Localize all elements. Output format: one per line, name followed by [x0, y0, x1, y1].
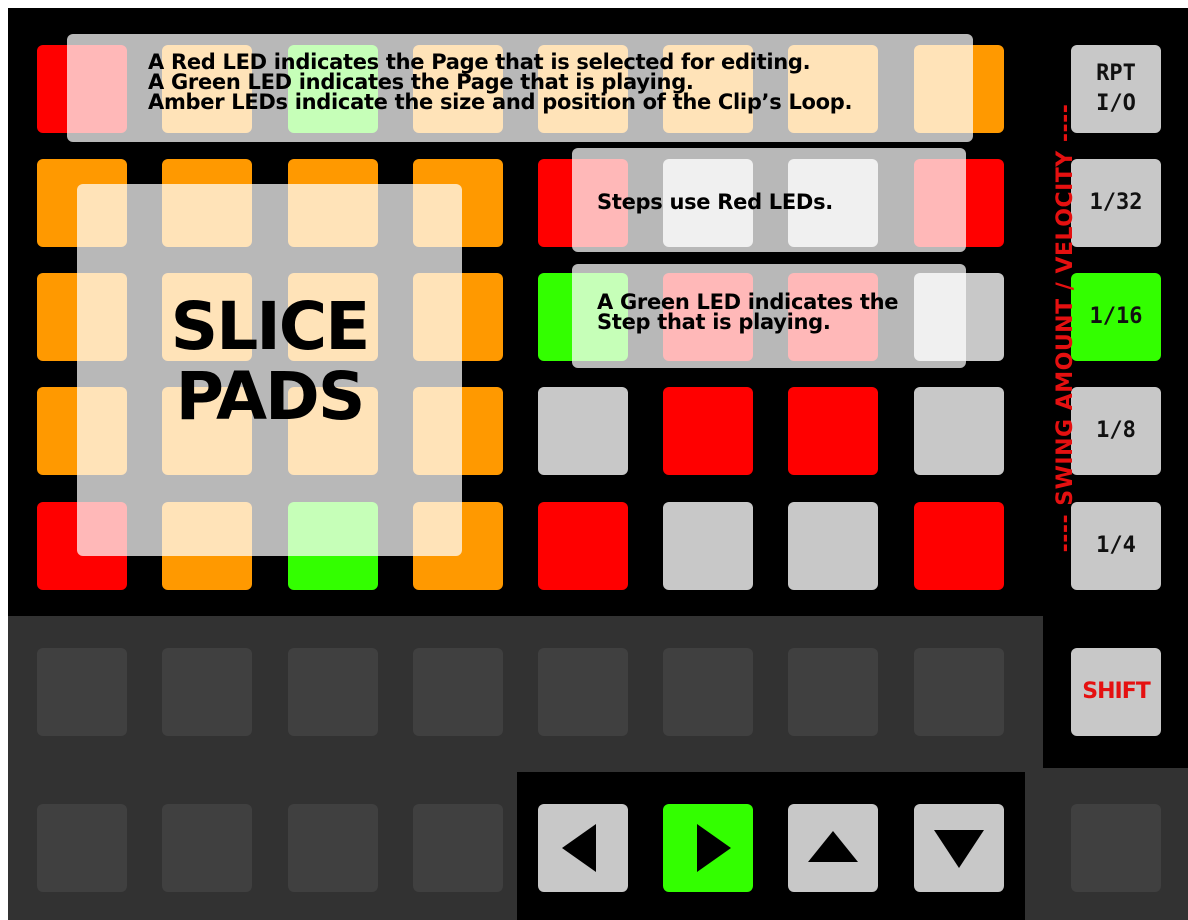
pad-r5-c5[interactable] [538, 502, 628, 590]
side-button-line-1: 1/4 [1096, 533, 1136, 558]
slice-pads-label: SLICE PADS [77, 292, 462, 432]
inactive-pad[interactable] [538, 648, 628, 736]
inactive-pad[interactable] [788, 648, 878, 736]
lower-right-pad[interactable] [1071, 804, 1161, 892]
pad-r4-c8[interactable] [914, 387, 1004, 475]
pad-r5-c7[interactable] [788, 502, 878, 590]
controller-surface: RPT I/O 1/32 1/16 1/8 1/4 ---- SWING AMOUNT /… [8, 8, 1188, 920]
side-button-label: 1/32 [1090, 188, 1143, 218]
side-button-5[interactable]: 1/4 [1071, 502, 1161, 590]
pad-r5-c8[interactable] [914, 502, 1004, 590]
side-button-line-1: 1/16 [1089, 304, 1143, 329]
inactive-pad[interactable] [162, 648, 252, 736]
swing-velocity-label: ---- SWING AMOUNT / VELOCITY ---- [1053, 103, 1078, 553]
inactive-pad[interactable] [663, 648, 753, 736]
slice-pads-line-2: PADS [175, 358, 366, 435]
arrow-down-icon [934, 830, 984, 868]
slice-pads-line-1: SLICE [170, 288, 371, 365]
side-button-2[interactable]: 1/32 [1071, 159, 1161, 247]
side-button-label: RPT I/O [1096, 59, 1136, 119]
side-button-label: 1/4 [1096, 531, 1136, 561]
pad-r5-c6[interactable] [663, 502, 753, 590]
side-button-1[interactable]: RPT I/O [1071, 45, 1161, 133]
arrow-right-icon [697, 824, 731, 872]
playing-step-text: A Green LED indicates the Step that is p… [597, 290, 899, 334]
page-info-text: A Red LED indicates the Page that is sel… [148, 50, 968, 114]
side-button-line-1: 1/32 [1089, 190, 1143, 215]
nav-button-arrow-down[interactable] [914, 804, 1004, 892]
steps-info-text: Steps use Red LEDs. [597, 190, 833, 214]
shift-label: SHIFT [1082, 679, 1150, 704]
nav-button-arrow-left[interactable] [538, 804, 628, 892]
nav-button-arrow-right[interactable] [663, 804, 753, 892]
shift-button[interactable]: SHIFT [1071, 648, 1161, 736]
arrow-left-icon [562, 824, 596, 872]
side-button-label: 1/16 [1090, 302, 1143, 332]
inactive-pad[interactable] [413, 648, 503, 736]
pad-r4-c5[interactable] [538, 387, 628, 475]
inactive-pad[interactable] [288, 648, 378, 736]
pad-r4-c7[interactable] [788, 387, 878, 475]
side-button-4[interactable]: 1/8 [1071, 387, 1161, 475]
nav-button-arrow-up[interactable] [788, 804, 878, 892]
side-button-3[interactable]: 1/16 [1071, 273, 1161, 361]
page-info-line-3: Amber LEDs indicate the size and positio… [148, 90, 853, 114]
inactive-pad[interactable] [288, 804, 378, 892]
inactive-pad[interactable] [413, 804, 503, 892]
inactive-pad[interactable] [37, 804, 127, 892]
playing-step-line-1: A Green LED indicates the [597, 290, 899, 314]
page-info-line-1: A Red LED indicates the Page that is sel… [148, 50, 811, 74]
playing-step-line-2: Step that is playing. [597, 310, 831, 334]
inactive-pad[interactable] [914, 648, 1004, 736]
pad-r4-c6[interactable] [663, 387, 753, 475]
side-button-line-1: RPT [1096, 61, 1136, 86]
page-info-line-2: A Green LED indicates the Page that is p… [148, 70, 694, 94]
side-button-line-1: 1/8 [1096, 418, 1136, 443]
inactive-pad[interactable] [162, 804, 252, 892]
inactive-pad[interactable] [37, 648, 127, 736]
side-button-label: 1/8 [1096, 416, 1136, 446]
arrow-up-icon [808, 831, 858, 862]
side-button-line-2: I/O [1096, 91, 1136, 116]
